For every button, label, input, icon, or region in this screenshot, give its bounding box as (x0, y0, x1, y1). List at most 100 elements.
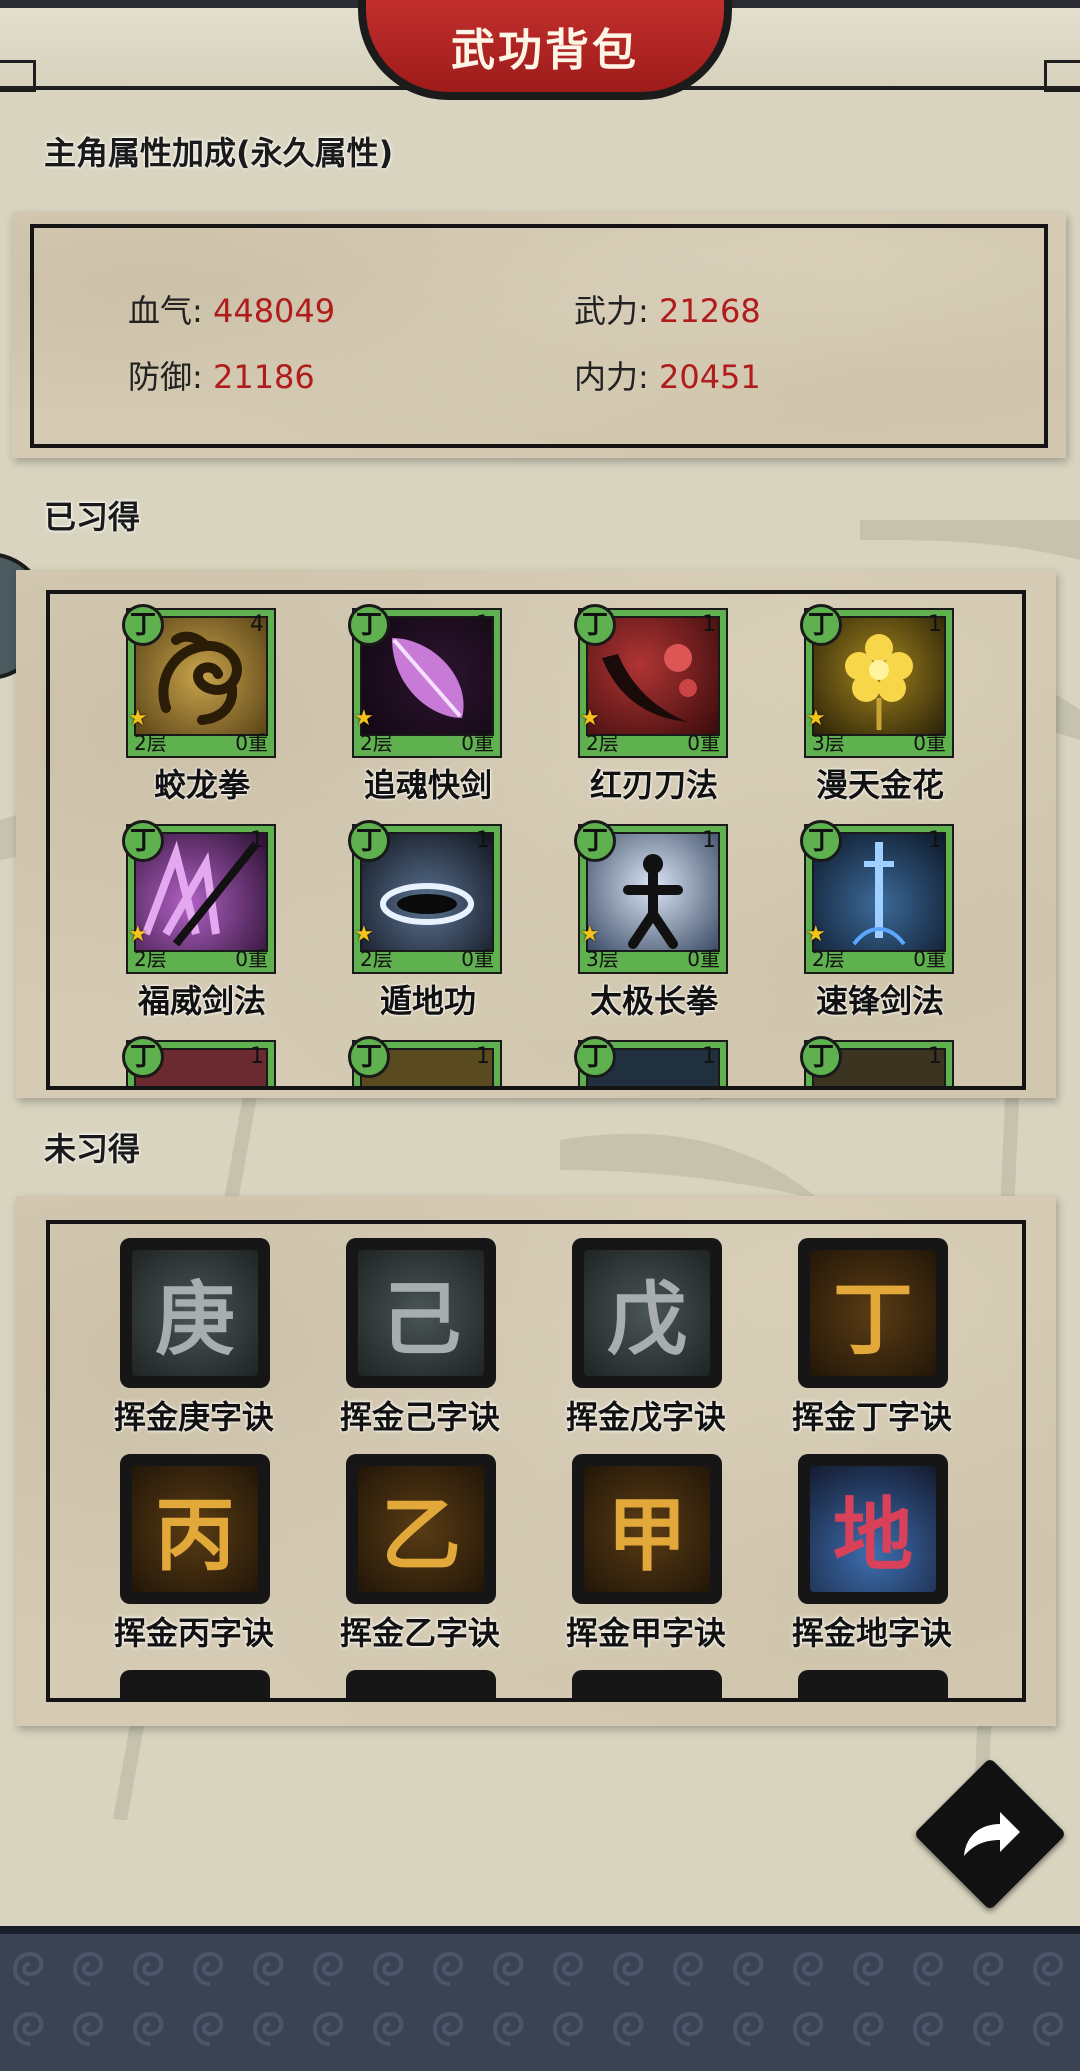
unlearned-skill-name: 挥金庚字诀 (113, 1398, 274, 1436)
skill-icon-frame: 丁 1 ★ 2层 0重 (348, 604, 502, 758)
glyph-icon: 地 (833, 1488, 913, 1582)
grade-badge: 丁 (348, 604, 390, 646)
skill-layer: 2层 (134, 947, 167, 971)
title-tab: 武功背包 (358, 0, 732, 100)
skill-name: 红刃刀法 (589, 766, 718, 804)
glyph-icon: 甲 (607, 1488, 687, 1582)
locked-skill-icon: 戊 (572, 1238, 722, 1388)
skill-level: 1 (928, 828, 942, 853)
skill-weight: 0重 (461, 731, 494, 755)
skill-name: 速锋剑法 (815, 982, 944, 1020)
locked-skill-icon: 庚 (120, 1238, 270, 1388)
glyph-icon: 庚 (155, 1272, 235, 1366)
locked-skill-icon (120, 1670, 270, 1698)
grade-badge: 丁 (574, 820, 616, 862)
skill-icon-frame: 丁 1 ★ 2层 0重 (800, 820, 954, 974)
skill-weight: 0重 (913, 731, 946, 755)
skill-weight: 0重 (913, 947, 946, 971)
stat-value-attack: 21268 (658, 292, 761, 330)
glyph-icon: 戊 (607, 1272, 687, 1366)
grade-badge: 丁 (122, 604, 164, 646)
grade-badge: 丁 (122, 1036, 164, 1078)
skill-icon-frame: 丁 1 ★ 2层 0重 (574, 604, 728, 758)
skill-level: 4 (250, 612, 264, 637)
skill-icon-frame: 丁 1 ★ 3层 0重 (574, 820, 728, 974)
skill-icon-frame: 丁 1 ★ 2层 0重 (122, 820, 276, 974)
stat-label-inner-power: 内力: (574, 358, 649, 396)
skill-icon-frame: 丁 1 (122, 1036, 276, 1086)
skill-name: 漫天金花 (815, 766, 944, 804)
unlearned-panel: 庚 挥金庚字诀 己 挥金己字诀 戊 挥金戊字诀 丁 挥金丁字诀 丙 挥金丙字诀 … (16, 1196, 1056, 1726)
skill-name: 追魂快剑 (363, 766, 492, 804)
skill-weight: 0重 (687, 731, 720, 755)
skill-level: 1 (476, 612, 490, 637)
skill-name: 遁地功 (379, 982, 476, 1020)
skill-icon-frame: 丁 1 (574, 1036, 728, 1086)
glyph-icon: 丁 (833, 1272, 913, 1366)
unlearned-skill-name: 挥金甲字诀 (565, 1614, 726, 1652)
locked-skill-icon (346, 1670, 496, 1698)
skill-layer: 2层 (360, 947, 393, 971)
locked-skill-icon: 地 (798, 1454, 948, 1604)
skill-level: 1 (702, 828, 716, 853)
skill-icon-frame: 丁 1 (800, 1036, 954, 1086)
skill-level: 1 (250, 828, 264, 853)
stat-label-attack: 武力: (574, 292, 649, 330)
skill-name: 福威剑法 (137, 982, 266, 1020)
grade-badge: 丁 (348, 820, 390, 862)
header-corner-ornament-right (1044, 60, 1080, 92)
unlearned-skill-name: 挥金丙字诀 (113, 1614, 274, 1652)
skill-layer: 2层 (812, 947, 845, 971)
glyph-icon: 乙 (381, 1488, 461, 1582)
skill-weight: 0重 (687, 947, 720, 971)
footer-decorative-strip (0, 1926, 1080, 2071)
learned-section-label: 已习得 (44, 498, 141, 536)
attributes-frame: 血气: 448049 武力: 21268 防御: 21186 内力: 20451 (30, 224, 1048, 448)
skill-icon-frame: 丁 1 ★ 2层 0重 (348, 820, 502, 974)
unlearned-skills-frame[interactable]: 庚 挥金庚字诀 己 挥金己字诀 戊 挥金戊字诀 丁 挥金丁字诀 丙 挥金丙字诀 … (46, 1220, 1026, 1702)
grade-badge: 丁 (122, 820, 164, 862)
grade-badge: 丁 (574, 1036, 616, 1078)
unlearned-skill-name: 挥金戊字诀 (565, 1398, 726, 1436)
locked-skill-icon: 甲 (572, 1454, 722, 1604)
skill-level: 1 (702, 1044, 716, 1069)
grade-badge: 丁 (800, 1036, 842, 1078)
skill-layer: 2层 (134, 731, 167, 755)
attributes-panel: 血气: 448049 武力: 21268 防御: 21186 内力: 20451 (12, 212, 1066, 458)
locked-skill-icon: 乙 (346, 1454, 496, 1604)
stat-value-defense: 21186 (212, 358, 315, 396)
unlearned-skill-name: 挥金己字诀 (339, 1398, 500, 1436)
learned-skills-frame[interactable]: 丁 4 ★ 2层 0重 蛟龙拳 丁 1 ★ 2层 0重 追魂快剑 丁 1 ★ 2… (46, 590, 1026, 1090)
skill-layer: 3层 (812, 731, 845, 755)
locked-skill-icon (572, 1670, 722, 1698)
grade-badge: 丁 (800, 604, 842, 646)
skill-weight: 0重 (235, 947, 268, 971)
skill-level: 1 (702, 612, 716, 637)
locked-skill-icon (798, 1670, 948, 1698)
learned-panel: 丁 4 ★ 2层 0重 蛟龙拳 丁 1 ★ 2层 0重 追魂快剑 丁 1 ★ 2… (16, 570, 1056, 1098)
skill-icon-frame: 丁 1 (348, 1036, 502, 1086)
skill-layer: 2层 (360, 731, 393, 755)
skill-level: 1 (476, 828, 490, 853)
unlearned-skill-name: 挥金乙字诀 (339, 1614, 500, 1652)
grade-badge: 丁 (574, 604, 616, 646)
skill-level: 1 (928, 1044, 942, 1069)
skill-name: 蛟龙拳 (153, 766, 250, 804)
stat-value-inner-power: 20451 (658, 358, 761, 396)
page-title: 武功背包 (451, 25, 639, 76)
skill-layer: 2层 (586, 731, 619, 755)
attributes-section-label: 主角属性加成(永久属性) (44, 134, 394, 172)
skill-level: 1 (928, 612, 942, 637)
unlearned-skill-name: 挥金丁字诀 (791, 1398, 952, 1436)
unlearned-section-label: 未习得 (44, 1130, 141, 1168)
grade-badge: 丁 (800, 820, 842, 862)
stat-label-defense: 防御: (128, 358, 203, 396)
header-corner-ornament-left (0, 60, 36, 92)
skill-level: 1 (476, 1044, 490, 1069)
share-arrow-icon (964, 1812, 1020, 1856)
skill-icon-frame: 丁 1 ★ 3层 0重 (800, 604, 954, 758)
skill-weight: 0重 (461, 947, 494, 971)
skill-name: 太极长拳 (589, 982, 718, 1020)
skill-level: 1 (250, 1044, 264, 1069)
stat-value-hp: 448049 (212, 292, 336, 330)
